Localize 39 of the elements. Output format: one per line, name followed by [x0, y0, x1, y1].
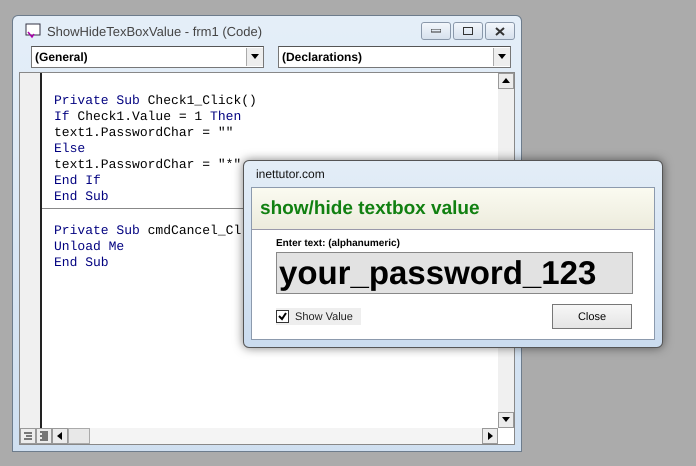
window-title: ShowHideTexBoxValue - frm1 (Code) — [47, 24, 264, 38]
scroll-up-button[interactable] — [498, 73, 514, 89]
code-line: Unload Me — [54, 239, 124, 255]
scroll-down-button[interactable] — [498, 412, 514, 428]
text-input-field[interactable]: your_password_123 — [276, 252, 633, 294]
dialog-title: inettutor.com — [255, 166, 326, 183]
procedure-view-button[interactable] — [20, 428, 36, 444]
code-line: text1.PasswordChar = "*" — [54, 157, 242, 173]
minimize-icon — [431, 29, 441, 33]
scroll-thumb[interactable] — [68, 428, 90, 444]
minimize-button[interactable] — [421, 22, 451, 40]
show-value-checkbox[interactable]: Show Value — [276, 308, 361, 325]
full-module-view-button[interactable] — [36, 428, 52, 444]
code-window-icon — [25, 23, 41, 39]
right-arrow-icon — [485, 431, 495, 441]
code-line: End Sub — [54, 189, 109, 205]
code-line: text1.PasswordChar = "" — [54, 125, 234, 141]
procedure-dropdown[interactable]: (Declarations) — [278, 46, 511, 68]
lines-icon — [39, 431, 49, 441]
code-line: End Sub — [54, 255, 109, 271]
restore-icon — [463, 27, 473, 35]
close-icon — [495, 26, 505, 36]
scroll-right-button[interactable] — [482, 428, 498, 444]
close-button[interactable] — [485, 22, 515, 40]
code-line: Private Sub Check1_Click() — [54, 93, 257, 109]
left-arrow-icon — [55, 431, 65, 441]
field-label: Enter text: (alphanumeric) — [276, 238, 401, 249]
restore-button[interactable] — [453, 22, 483, 40]
code-line: Private Sub cmdCancel_Cl — [54, 223, 242, 239]
scroll-left-button[interactable] — [52, 428, 68, 444]
dialog-heading: show/hide textbox value — [252, 188, 654, 230]
code-line: Else — [54, 141, 86, 157]
object-dropdown[interactable]: (General) — [31, 46, 264, 68]
code-line: If Check1.Value = 1 Then — [54, 109, 242, 125]
code-line: End If — [54, 173, 101, 189]
up-arrow-icon — [501, 76, 511, 86]
close-button[interactable]: Close — [552, 304, 632, 329]
checkmark-icon — [278, 312, 287, 321]
lines-icon — [23, 432, 33, 440]
